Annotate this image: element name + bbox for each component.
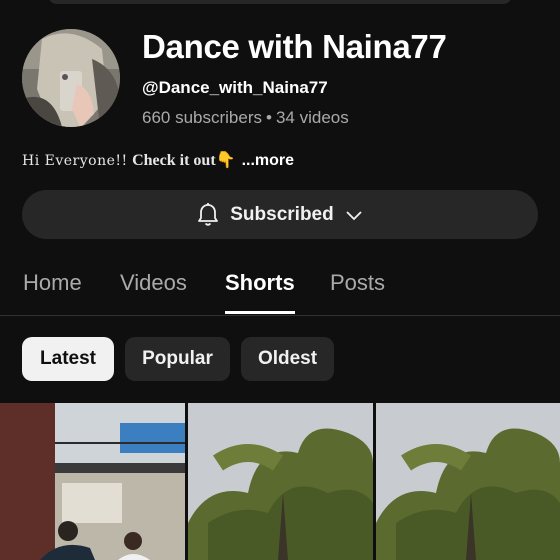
video-count: 34 videos [275, 108, 349, 127]
short-thumbnail[interactable] [0, 403, 185, 560]
channel-name: Dance with Naina77 [142, 28, 447, 65]
filter-oldest-chip[interactable]: Oldest [241, 337, 334, 381]
channel-stats: 660 subscribers • 34 videos [142, 108, 349, 128]
short-thumbnail[interactable] [376, 403, 560, 560]
chevron-down-icon [346, 210, 362, 220]
short-thumbnail-image [376, 403, 560, 560]
short-thumbnail-image [188, 403, 373, 560]
stats-separator: • [266, 108, 272, 127]
active-tab-indicator [225, 311, 295, 314]
channel-tabs: Home Videos Shorts Posts [0, 262, 560, 316]
description-greeting: Hi Everyone!! [22, 153, 128, 169]
avatar-image [22, 29, 120, 127]
tab-videos[interactable]: Videos [120, 270, 187, 296]
shorts-grid [0, 403, 560, 560]
filter-latest-chip[interactable]: Latest [22, 337, 114, 381]
channel-description[interactable]: Hi Everyone!! Check it out👇 ...more [22, 150, 294, 170]
pointing-down-icon: 👇 [215, 152, 236, 169]
tab-posts[interactable]: Posts [330, 270, 385, 296]
subscribed-button[interactable]: Subscribed [22, 190, 538, 239]
search-bar-edge[interactable] [48, 0, 512, 4]
short-thumbnail[interactable] [188, 403, 373, 560]
bell-icon [198, 202, 219, 226]
channel-avatar[interactable] [22, 29, 120, 127]
description-text: Check it out [132, 152, 216, 169]
channel-handle: @Dance_with_Naina77 [142, 78, 328, 97]
tab-shorts[interactable]: Shorts [225, 270, 295, 296]
short-thumbnail-image [0, 403, 185, 560]
subscribed-label: Subscribed [230, 203, 334, 225]
filter-popular-chip[interactable]: Popular [125, 337, 230, 381]
subscriber-count: 660 subscribers [142, 108, 263, 127]
tab-home[interactable]: Home [23, 270, 82, 296]
description-more-link[interactable]: ...more [242, 152, 294, 169]
